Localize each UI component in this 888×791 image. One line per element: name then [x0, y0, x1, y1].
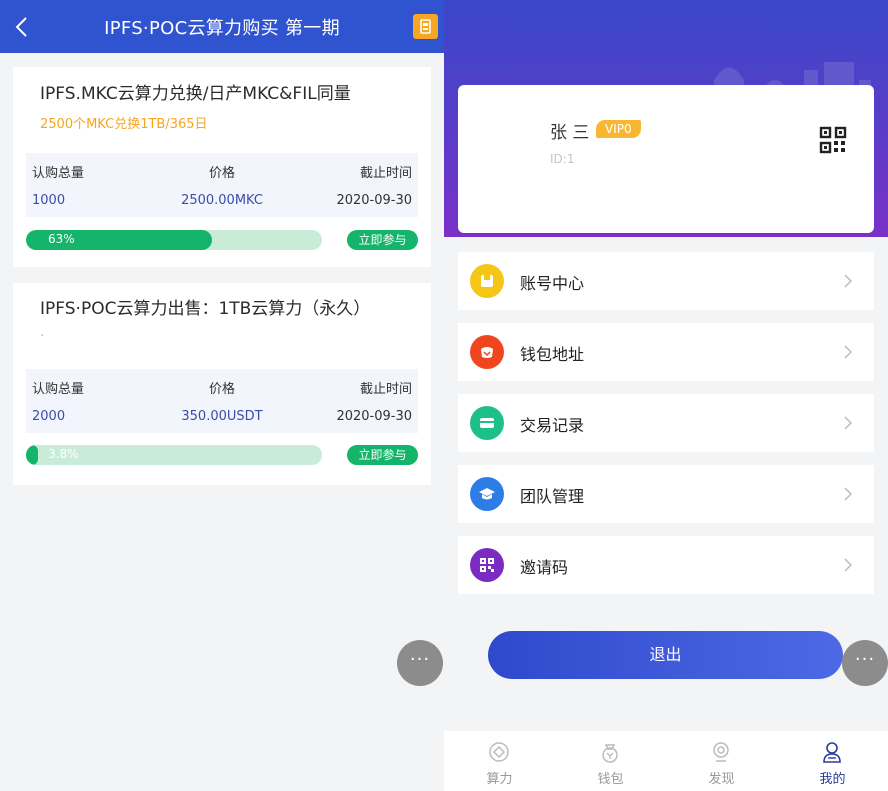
discover-icon: [713, 742, 729, 762]
tab-label: 钱包: [597, 772, 624, 787]
card-icon: [470, 406, 504, 440]
chevron-right-icon: [844, 345, 852, 359]
progress-bar: 3.8%: [26, 445, 322, 465]
product-card: IPFS·POC云算力出售：1TB云算力（永久） . 认购总量 价格 截止时间 …: [13, 283, 431, 485]
info-value-row: 2000 350.00USDT 2020-09-30: [26, 409, 418, 429]
menu-label: 钱包地址: [520, 345, 585, 364]
user-id: ID:1: [550, 152, 575, 166]
profile-card: 张 三 VIP0 ID:1: [458, 85, 874, 233]
card-title: IPFS·POC云算力出售：1TB云算力（永久）: [40, 299, 371, 319]
power-icon: [489, 742, 509, 762]
bottom-tab-bar: 算力 钱包 发现 我的: [444, 731, 888, 791]
tab-label: 我的: [819, 772, 846, 787]
more-options-button[interactable]: ···: [842, 640, 888, 686]
shop-icon[interactable]: [413, 14, 438, 39]
info-value-row: 1000 2500.00MKC 2020-09-30: [26, 193, 418, 213]
value-deadline: 2020-09-30: [336, 409, 412, 424]
info-table: 认购总量 价格 截止时间 2000 350.00USDT 2020-09-30: [26, 369, 418, 433]
chevron-right-icon: [844, 487, 852, 501]
info-header-row: 认购总量 价格 截止时间: [26, 162, 418, 182]
graduation-cap-icon: [470, 477, 504, 511]
chevron-right-icon: [844, 416, 852, 430]
tab-discover[interactable]: 发现: [666, 731, 777, 791]
qr-code-icon[interactable]: [819, 126, 847, 154]
progress-fill: [26, 445, 38, 465]
progress-bar: 63%: [26, 230, 322, 250]
menu-item-transaction-records[interactable]: 交易记录: [458, 394, 874, 452]
menu-item-invite-code[interactable]: 邀请码: [458, 536, 874, 594]
progress-label: 63%: [48, 232, 75, 246]
profile-screen: 张 三 VIP0 ID:1 账号中心 钱包地址 交易记录 团队管理 邀请码 退出…: [444, 0, 888, 791]
purchase-screen: IPFS·POC云算力购买 第一期 IPFS.MKC云算力兑换/日产MKC&FI…: [0, 0, 444, 791]
info-table: 认购总量 价格 截止时间 1000 2500.00MKC 2020-09-30: [26, 153, 418, 217]
page-title: IPFS·POC云算力购买 第一期: [104, 18, 340, 39]
product-card: IPFS.MKC云算力兑换/日产MKC&FIL同量 2500个MKC兑换1TB/…: [13, 67, 431, 267]
qr-icon: [470, 548, 504, 582]
menu-label: 邀请码: [520, 558, 569, 577]
profile-hero: 张 三 VIP0 ID:1: [444, 0, 888, 237]
menu-label: 账号中心: [520, 274, 585, 293]
header-deadline: 截止时间: [359, 382, 412, 397]
card-title: IPFS.MKC云算力兑换/日产MKC&FIL同量: [40, 84, 351, 104]
tab-label: 发现: [708, 772, 735, 787]
tab-label: 算力: [486, 772, 513, 787]
logout-button[interactable]: 退出: [488, 631, 843, 679]
chevron-right-icon: [844, 558, 852, 572]
value-deadline: 2020-09-30: [336, 193, 412, 208]
tab-mine[interactable]: 我的: [777, 731, 888, 791]
menu-label: 交易记录: [520, 416, 585, 435]
join-button[interactable]: 立即参与: [347, 230, 418, 250]
profile-icon: [823, 742, 841, 763]
tab-wallet[interactable]: 钱包: [555, 731, 666, 791]
card-subtitle: .: [40, 325, 45, 340]
menu-label: 团队管理: [520, 487, 585, 506]
info-header-row: 认购总量 价格 截止时间: [26, 378, 418, 398]
menu-item-team-management[interactable]: 团队管理: [458, 465, 874, 523]
menu-item-account-center[interactable]: 账号中心: [458, 252, 874, 310]
header-bar: IPFS·POC云算力购买 第一期: [0, 0, 444, 53]
chevron-right-icon: [844, 274, 852, 288]
user-name: 张 三: [550, 123, 590, 143]
account-icon: [470, 264, 504, 298]
join-button[interactable]: 立即参与: [347, 445, 418, 465]
tab-computing-power[interactable]: 算力: [444, 731, 555, 791]
wallet-icon: [470, 335, 504, 369]
wallet-bag-icon: [602, 744, 618, 763]
vip-badge: VIP0: [596, 120, 641, 138]
menu-item-wallet-address[interactable]: 钱包地址: [458, 323, 874, 381]
header-deadline: 截止时间: [359, 166, 412, 181]
card-subtitle: 2500个MKC兑换1TB/365日: [40, 117, 208, 132]
progress-label: 3.8%: [48, 447, 79, 461]
more-options-button[interactable]: ···: [397, 640, 443, 686]
